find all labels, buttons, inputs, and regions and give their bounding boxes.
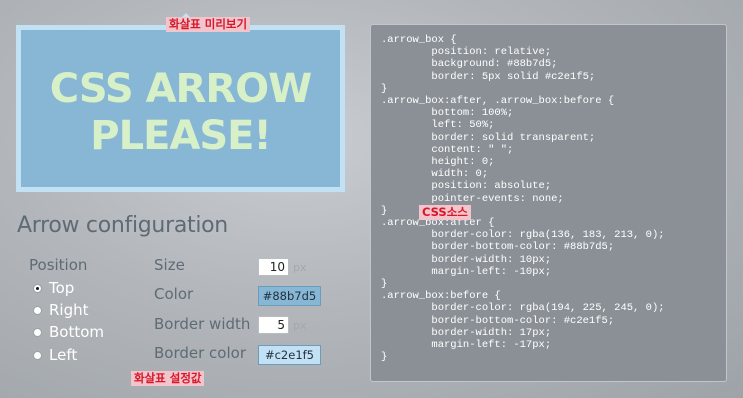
- border-width-input[interactable]: 5: [258, 316, 289, 334]
- position-option-label: Right: [49, 301, 89, 319]
- position-option-label: Bottom: [49, 323, 105, 341]
- arrow-preview-box: CSS ARROW PLEASE!: [16, 13, 345, 192]
- radio-button[interactable]: [33, 305, 42, 315]
- config-annotation: 화살표 설정값: [131, 371, 205, 386]
- position-option-label: Left: [49, 346, 78, 364]
- position-option-label: Top: [49, 279, 75, 297]
- config-heading: Arrow configuration: [17, 213, 228, 238]
- radio-button[interactable]: [33, 327, 42, 337]
- css-source-annotation: CSS소스: [419, 205, 471, 220]
- border-color-input[interactable]: #c2e1f5: [258, 345, 321, 365]
- css-code-part-1: .arrow_box { position: relative; backgro…: [381, 34, 615, 217]
- border-color-label: Border color: [154, 344, 246, 362]
- radio-button[interactable]: [33, 283, 42, 293]
- border-width-label: Border width: [154, 315, 251, 333]
- color-input[interactable]: #88b7d5: [258, 286, 321, 306]
- color-label: Color: [154, 285, 194, 303]
- size-label: Size: [154, 256, 185, 274]
- preview-text-line-1: CSS ARROW: [49, 66, 313, 112]
- position-option-left[interactable]: Left: [33, 346, 77, 364]
- size-input[interactable]: 10: [258, 258, 289, 276]
- size-unit: px: [293, 261, 307, 274]
- css-code-panel[interactable]: .arrow_box { position: relative; backgro…: [370, 24, 727, 382]
- position-option-top[interactable]: Top: [33, 279, 74, 297]
- border-width-unit: px: [293, 319, 307, 332]
- css-code-part-2: .arrow_box:after { border-color: rgba(13…: [381, 217, 665, 364]
- css-code[interactable]: .arrow_box { position: relative; backgro…: [381, 34, 665, 363]
- preview-text-line-2: PLEASE!: [90, 113, 271, 159]
- position-label: Position: [29, 256, 88, 274]
- position-option-right[interactable]: Right: [33, 301, 89, 319]
- preview-text: CSS ARROW PLEASE!: [21, 66, 340, 160]
- position-option-bottom[interactable]: Bottom: [33, 323, 104, 341]
- radio-button[interactable]: [33, 350, 42, 360]
- preview-annotation: 화살표 미리보기: [166, 17, 251, 32]
